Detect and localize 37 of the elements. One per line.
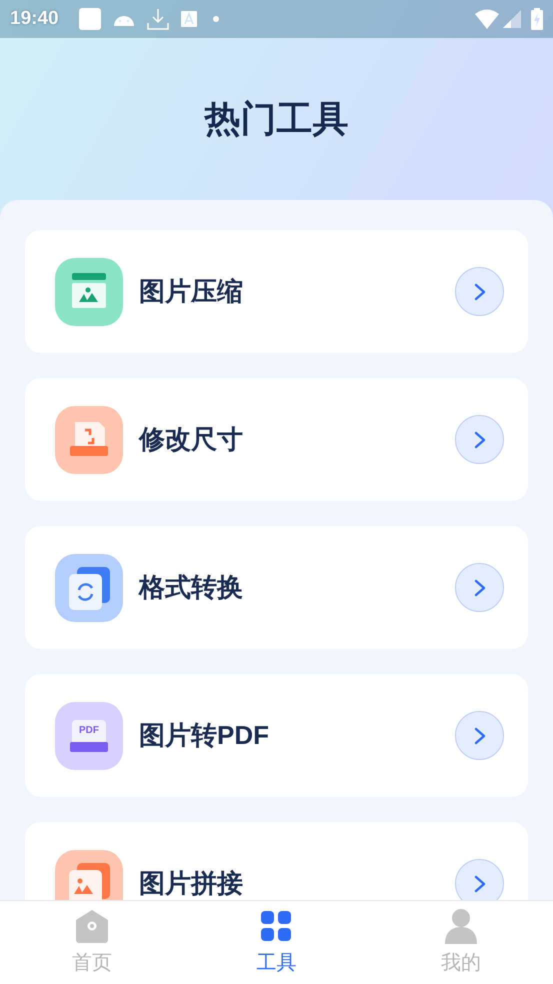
- tool-name: 图片转PDF: [139, 719, 270, 752]
- tool-name: 图片压缩: [139, 275, 244, 308]
- battery-icon: [531, 8, 543, 30]
- chevron-right-icon: [474, 874, 486, 892]
- tool-card[interactable]: PDF 图片转PDF: [25, 674, 528, 797]
- wifi-icon: [475, 9, 499, 29]
- status-time: 19:40: [10, 6, 59, 31]
- pdf-icon: PDF: [55, 702, 123, 770]
- resize-icon: [55, 406, 123, 474]
- nav-tab[interactable]: 工具: [184, 901, 369, 984]
- refresh-icon: [55, 554, 123, 622]
- tool-card[interactable]: 格式转换: [25, 526, 528, 649]
- notification-square-icon: [78, 8, 101, 30]
- chevron-right-icon: [474, 726, 486, 744]
- signal-icon: [503, 10, 521, 28]
- font-icon: [180, 11, 197, 27]
- open-button[interactable]: [455, 267, 504, 316]
- tool-card[interactable]: 图片压缩: [25, 230, 528, 353]
- home-icon: [74, 908, 110, 944]
- person-icon: [444, 908, 478, 944]
- download-icon: [146, 8, 169, 30]
- tool-card[interactable]: 修改尺寸: [25, 378, 528, 501]
- page-title: 热门工具: [204, 97, 348, 141]
- tool-name: 格式转换: [139, 571, 244, 604]
- chevron-right-icon: [474, 578, 486, 596]
- image-icon: [55, 258, 123, 326]
- open-button[interactable]: [455, 415, 504, 464]
- open-button[interactable]: [455, 711, 504, 760]
- grid-icon: [261, 910, 292, 940]
- image-icon: [55, 850, 123, 900]
- chevron-right-icon: [474, 282, 486, 300]
- open-button[interactable]: [455, 859, 504, 900]
- tool-name: 图片拼接: [139, 867, 244, 900]
- open-button[interactable]: [455, 563, 504, 612]
- chevron-right-icon: [474, 430, 486, 448]
- tool-name: 修改尺寸: [139, 423, 244, 456]
- tool-card[interactable]: 图片拼接: [25, 822, 528, 900]
